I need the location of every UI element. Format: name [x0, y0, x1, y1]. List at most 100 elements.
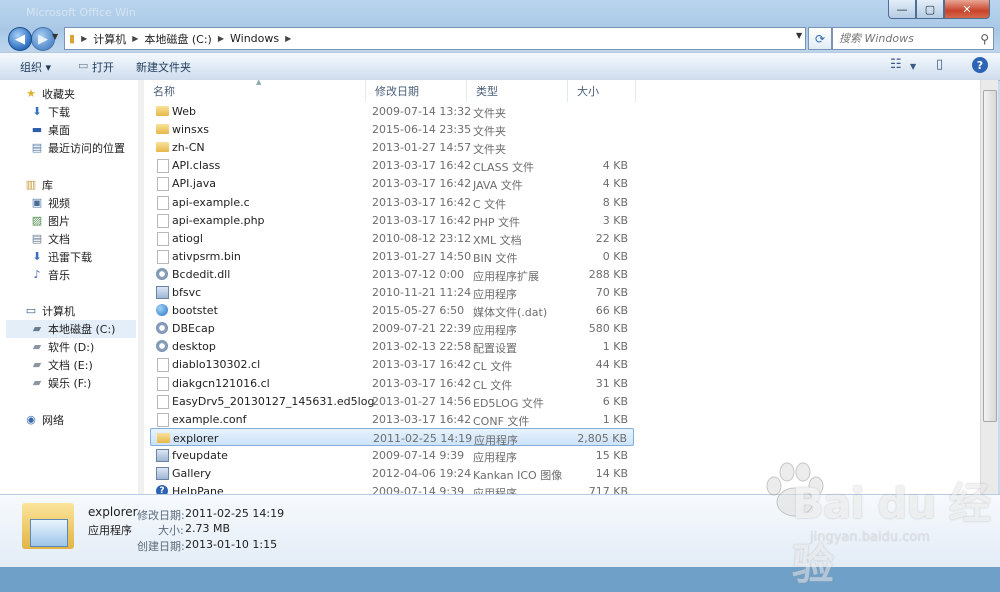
- video-library-icon: ▣: [31, 196, 43, 209]
- sidebar-item-videos[interactable]: ▣ 视频: [30, 194, 70, 212]
- file-type-cell: 文件夹: [473, 125, 506, 139]
- sidebar-item-drive-f[interactable]: ▰ 娱乐 (F:): [30, 374, 92, 392]
- new-folder-button[interactable]: 新建文件夹: [136, 59, 191, 75]
- globe-icon: [156, 304, 168, 317]
- breadcrumb-drive-c[interactable]: 本地磁盘 (C:): [140, 31, 215, 47]
- chevron-right-icon[interactable]: ▶: [79, 34, 89, 43]
- table-row[interactable]: fveupdate 2009-07-14 9:39 应用程序 15 KB: [150, 446, 634, 464]
- file-date-cell: 2011-02-25 14:19: [373, 431, 473, 445]
- back-button[interactable]: ◀: [8, 27, 32, 51]
- file-icon: [157, 195, 169, 210]
- sidebar-item-network[interactable]: ◉ 网络: [24, 411, 64, 429]
- drive-icon: ▰: [32, 340, 42, 353]
- file-date-cell: 2009-07-21 22:39: [372, 322, 472, 336]
- preview-pane-icon[interactable]: ▯: [936, 57, 943, 72]
- search-input[interactable]: [837, 31, 971, 46]
- sidebar-item-documents[interactable]: ▤ 文档: [30, 230, 70, 248]
- address-history-dropdown-icon[interactable]: ▼: [796, 31, 802, 40]
- file-type-cell: 媒体文件(.dat): [473, 306, 548, 320]
- table-row[interactable]: api-example.c 2013-03-17 16:42 C 文件 8 KB: [150, 193, 634, 211]
- file-type-cell: 文件夹: [473, 107, 506, 120]
- scrollbar-thumb[interactable]: [983, 90, 997, 422]
- table-row[interactable]: diakgcn121016.cl 2013-03-17 16:42 CL 文件 31 …: [150, 374, 634, 392]
- breadcrumb-windows[interactable]: Windows: [226, 32, 283, 45]
- file-date-cell: 2013-07-12 0:00: [372, 267, 465, 281]
- table-row[interactable]: winsxs 2015-06-14 23:35 文件夹: [150, 120, 634, 138]
- file-size-cell: 66 KB: [595, 304, 628, 318]
- document-library-icon: ▤: [31, 232, 43, 245]
- sidebar-item-desktop[interactable]: ▬ 桌面: [30, 121, 70, 139]
- sidebar-item-computer[interactable]: ▭ 计算机: [24, 302, 75, 320]
- table-row[interactable]: Bcdedit.dll 2013-07-12 0:00 应用程序扩展 288 KB: [150, 265, 634, 283]
- file-size-cell: 6 KB: [602, 394, 628, 408]
- folder-icon: [156, 124, 169, 135]
- sidebar-item-pictures[interactable]: ▨ 图片: [30, 212, 70, 230]
- maximize-button[interactable]: ▢: [916, 0, 944, 19]
- table-row[interactable]: example.conf 2013-03-17 16:42 CONF 文件 1 KB: [150, 410, 634, 428]
- sidebar-item-drive-d[interactable]: ▰ 软件 (D:): [30, 338, 95, 356]
- file-type-cell: CLASS 文件: [473, 161, 535, 175]
- column-header-name[interactable]: 名称: [144, 80, 366, 102]
- table-row[interactable]: desktop 2013-02-13 22:58 配置设置 1 KB: [150, 337, 634, 355]
- search-icon[interactable]: ⚲: [980, 32, 989, 46]
- minimize-button[interactable]: —: [888, 0, 916, 19]
- help-button[interactable]: ?: [972, 57, 988, 73]
- download-folder-icon: ⬇: [32, 105, 42, 118]
- view-dropdown-icon[interactable]: ▼: [910, 62, 916, 71]
- recent-pages-dropdown-icon[interactable]: ▼: [52, 32, 58, 41]
- table-row[interactable]: ? HelpPane 2009-07-14 9:39 应用程序 717 KB: [150, 482, 634, 494]
- app-icon: [156, 448, 169, 462]
- chevron-right-icon[interactable]: ▶: [130, 34, 140, 43]
- file-size-cell: 70 KB: [595, 286, 628, 299]
- table-row[interactable]: ativpsrm.bin 2013-01-27 14:50 BIN 文件 0 KB: [150, 247, 634, 265]
- file-name-cell: diakgcn121016.cl: [172, 376, 270, 390]
- chevron-right-icon[interactable]: ▶: [283, 34, 293, 43]
- sidebar-item-drive-e[interactable]: ▰ 文档 (E:): [30, 356, 93, 374]
- file-date-cell: 2013-03-17 16:42: [372, 195, 472, 209]
- sidebar-item-favorites[interactable]: ★ 收藏夹: [24, 85, 75, 103]
- details-created-value: 2013-01-10 1:15: [185, 538, 278, 551]
- sidebar-item-xunlei-downloads[interactable]: ⬇ 迅雷下载: [30, 248, 92, 266]
- column-header-size[interactable]: 大小: [568, 80, 636, 102]
- sidebar-item-drive-c[interactable]: ▰ 本地磁盘 (C:): [6, 320, 136, 338]
- column-header-date-modified[interactable]: 修改日期: [366, 80, 467, 102]
- table-row[interactable]: zh-CN 2013-01-27 14:57 文件夹: [150, 138, 634, 156]
- column-header-type[interactable]: 类型: [467, 80, 568, 102]
- refresh-button[interactable]: ⟳: [808, 27, 832, 50]
- table-row[interactable]: EasyDrv5_20130127_145631.ed5log 2013-01-2…: [150, 392, 634, 410]
- table-row[interactable]: Gallery 2012-04-06 19:24 Kankan ICO 图像 14 K…: [150, 464, 634, 482]
- explorer-window: Microsoft Office Win — ▢ ✕ ◀ ▶ ▼ ▮ ▶ 计算机…: [0, 0, 1000, 589]
- file-icon: [157, 358, 169, 373]
- breadcrumb-computer[interactable]: 计算机: [89, 31, 130, 47]
- table-row[interactable]: API.class 2013-03-17 16:42 CLASS 文件 4 KB: [150, 156, 634, 174]
- sidebar-item-libraries[interactable]: ▥ 库: [24, 176, 53, 194]
- table-row[interactable]: api-example.php 2013-03-17 16:42 PHP 文件 3 K…: [150, 211, 634, 229]
- table-row[interactable]: diablo130302.cl 2013-03-17 16:42 CL 文件 44 K…: [150, 355, 634, 373]
- file-list-scrollbar[interactable]: [980, 80, 998, 494]
- chevron-right-icon[interactable]: ▶: [216, 34, 226, 43]
- table-row-selected[interactable]: explorer 2011-02-25 14:19 应用程序 2,805 KB: [150, 427, 634, 447]
- sidebar-item-recent-places[interactable]: ▤ 最近访问的位置: [30, 139, 125, 157]
- folder-icon: ▮: [69, 32, 76, 45]
- table-row[interactable]: bfsvc 2010-11-21 11:24 应用程序 70 KB: [150, 283, 634, 301]
- sidebar-item-music[interactable]: ♪ 音乐: [30, 266, 70, 284]
- network-icon: ◉: [26, 413, 36, 426]
- table-row[interactable]: Web 2009-07-14 13:32 文件夹: [150, 102, 634, 120]
- picture-library-icon: ▨: [31, 214, 43, 227]
- open-button[interactable]: 打开: [92, 59, 114, 75]
- sidebar-item-downloads[interactable]: ⬇ 下载: [30, 103, 70, 121]
- table-row[interactable]: DBEcap 2009-07-21 22:39 应用程序 580 KB: [150, 319, 634, 337]
- organize-menu-button[interactable]: 组织 ▾: [20, 59, 51, 75]
- table-row[interactable]: API.java 2013-03-17 16:42 JAVA 文件 4 KB: [150, 174, 634, 192]
- table-row[interactable]: bootstet 2015-05-27 6:50 媒体文件(.dat) 66 KB: [150, 301, 634, 319]
- view-options-icon[interactable]: ☷: [890, 57, 902, 72]
- table-row[interactable]: atiogl 2010-08-12 23:12 XML 文档 22 KB: [150, 229, 634, 247]
- file-icon: [157, 249, 169, 264]
- file-type-cell: 应用程序扩展: [473, 269, 539, 283]
- file-date-cell: 2013-03-17 16:42: [372, 376, 472, 390]
- details-size-label: 大小:: [158, 524, 184, 537]
- address-bar[interactable]: ▮ ▶ 计算机 ▶ 本地磁盘 (C:) ▶ Windows ▶: [64, 27, 806, 50]
- file-type-cell: ED5LOG 文件: [473, 396, 544, 410]
- close-button[interactable]: ✕: [944, 0, 990, 19]
- search-box[interactable]: ⚲: [832, 27, 994, 50]
